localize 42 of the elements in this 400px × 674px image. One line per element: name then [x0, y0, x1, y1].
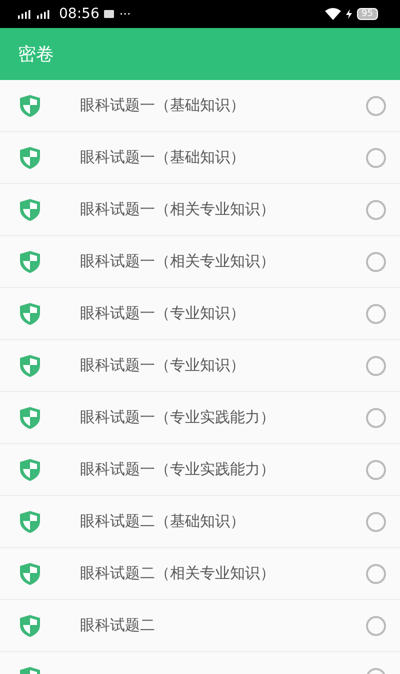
shield-icon: [20, 250, 40, 272]
paper-title: 眼科试题二: [80, 616, 156, 635]
radio-button[interactable]: [366, 460, 386, 480]
paper-title: 眼科试题一（专业实践能力）: [80, 460, 276, 479]
signal-icon: [37, 10, 51, 18]
paper-title: 眼科试题一（基础知识）: [80, 96, 246, 115]
radio-button[interactable]: [366, 408, 386, 428]
shield-icon: [20, 302, 40, 324]
shield-icon: [20, 406, 40, 428]
notification-icon: [104, 9, 114, 19]
radio-button[interactable]: [366, 512, 386, 532]
paper-title: 眼科试题一（专业知识）: [80, 304, 246, 323]
shield-icon: [20, 458, 40, 480]
paper-title: 眼科试题一（相关专业知识）: [80, 200, 276, 219]
radio-button[interactable]: [366, 304, 386, 324]
paper-title: 眼科试题一（基础知识）: [80, 148, 246, 167]
radio-button[interactable]: [366, 356, 386, 376]
signal-icon: [18, 10, 32, 18]
shield-icon: [20, 562, 40, 584]
shield-icon: [20, 198, 40, 220]
radio-button[interactable]: [366, 252, 386, 272]
radio-button[interactable]: [366, 148, 386, 168]
paper-title: 眼科试题一（相关专业知识）: [80, 252, 276, 271]
more-notifications: ···: [119, 7, 131, 21]
battery-level: 95: [356, 8, 378, 20]
shield-icon: [20, 94, 40, 116]
shield-icon: [20, 614, 40, 636]
shield-icon: [20, 146, 40, 168]
radio-button[interactable]: [366, 616, 386, 636]
paper-title: 眼科试题二（相关专业知识）: [80, 564, 276, 583]
page-title: 密卷: [18, 43, 54, 66]
paper-title: 眼科试题一（专业实践能力）: [80, 408, 276, 427]
wifi-icon: [324, 8, 341, 20]
shield-icon: [20, 354, 40, 376]
radio-button[interactable]: [366, 564, 386, 584]
radio-button[interactable]: [366, 96, 386, 116]
clock-time: 08:56: [59, 6, 100, 22]
paper-title: 眼科试题一（专业知识）: [80, 356, 246, 375]
paper-title: 眼科试题二（基础知识）: [80, 512, 246, 531]
shield-icon: [20, 510, 40, 532]
charging-icon: [346, 9, 352, 19]
radio-button[interactable]: [366, 200, 386, 220]
